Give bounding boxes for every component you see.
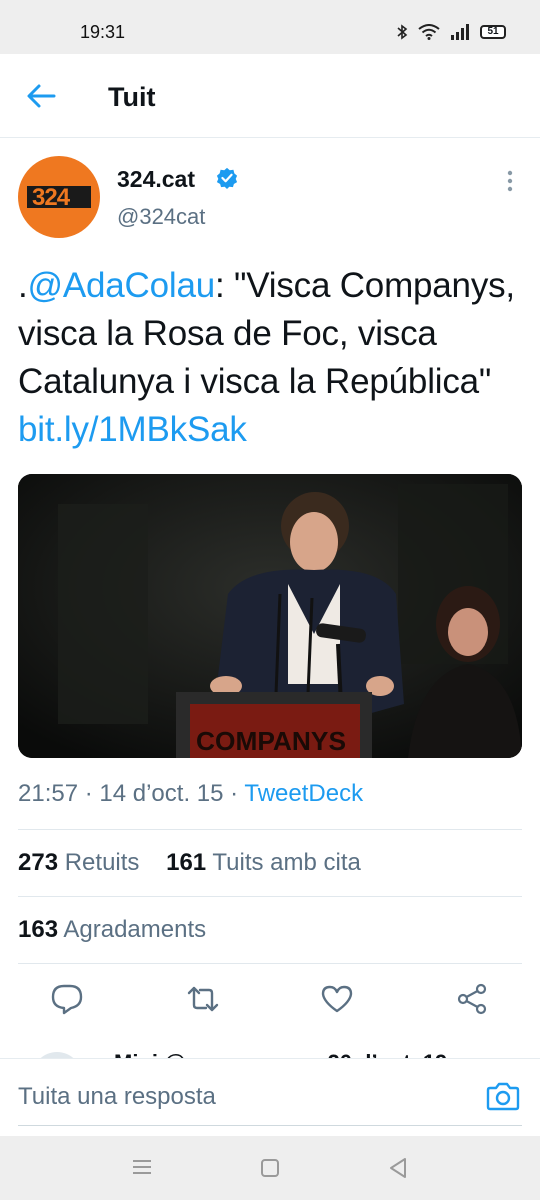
tweet-time: 21:57 · 14 d’oct. 15 ·	[18, 780, 245, 807]
battery-icon: 51	[480, 25, 506, 39]
photo-illustration: COMPANYS	[18, 474, 522, 758]
avatar[interactable]: 324	[18, 156, 100, 238]
recent-apps-icon[interactable]	[131, 1158, 153, 1176]
reply-icon[interactable]	[50, 982, 84, 1016]
page-title: Tuit	[108, 82, 156, 112]
back-arrow-icon[interactable]	[26, 82, 56, 110]
back-nav-icon[interactable]	[388, 1157, 408, 1179]
status-icons: 51	[396, 24, 506, 40]
signal-icon	[451, 24, 469, 40]
bluetooth-icon	[397, 24, 408, 40]
likes-count: 163	[18, 916, 59, 943]
divider	[18, 829, 522, 830]
podium-banner-text: COMPANYS	[196, 726, 346, 756]
divider	[18, 896, 522, 897]
more-options-icon[interactable]	[500, 170, 520, 192]
retweet-stats: 273 Retuits 161 Tuits amb cita	[18, 849, 361, 877]
verified-badge-icon	[216, 167, 238, 189]
tweet-text: .@AdaColau: "Visca Companys, visca la Ro…	[18, 262, 528, 454]
likes-stat[interactable]: 163 Agradaments	[18, 916, 206, 944]
retweets-count: 273	[18, 849, 59, 876]
like-heart-icon[interactable]	[320, 982, 354, 1016]
mention-link[interactable]: @AdaColau	[28, 266, 216, 305]
url-link[interactable]: bit.ly/1MBkSak	[18, 410, 247, 449]
retweets-label: Retuits	[64, 849, 140, 876]
reply-compose-bar: Tuita una resposta	[0, 1058, 540, 1136]
avatar-logo-text: 324	[32, 184, 70, 211]
tweet-timestamp: 21:57 · 14 d’oct. 15 · TweetDeck	[18, 780, 363, 808]
status-bar: 19:31 51	[0, 0, 540, 54]
reply-input[interactable]: Tuita una resposta	[18, 1083, 216, 1111]
camera-icon[interactable]	[486, 1080, 520, 1112]
tweet-media-photo[interactable]: COMPANYS	[18, 474, 522, 758]
display-name[interactable]: 324.cat	[117, 166, 195, 193]
system-nav-bar	[0, 1136, 540, 1200]
likes-label: Agradaments	[63, 916, 207, 943]
wifi-icon	[418, 24, 440, 40]
quotes-label: Tuits amb cita	[212, 849, 361, 876]
handle[interactable]: @324cat	[117, 204, 205, 230]
retweet-icon[interactable]	[186, 982, 220, 1016]
app-header: Tuit	[0, 54, 540, 138]
retweets-stat[interactable]: 273 Retuits	[18, 849, 139, 876]
status-time: 19:31	[80, 22, 126, 42]
compose-underline	[18, 1125, 522, 1126]
tweet-text-prefix: .	[18, 266, 28, 305]
divider	[18, 963, 522, 964]
tweet-source-link[interactable]: TweetDeck	[244, 780, 363, 807]
quotes-stat[interactable]: 161 Tuits amb cita	[166, 849, 361, 876]
home-icon[interactable]	[260, 1158, 280, 1178]
share-icon[interactable]	[455, 982, 489, 1016]
quotes-count: 161	[166, 849, 207, 876]
